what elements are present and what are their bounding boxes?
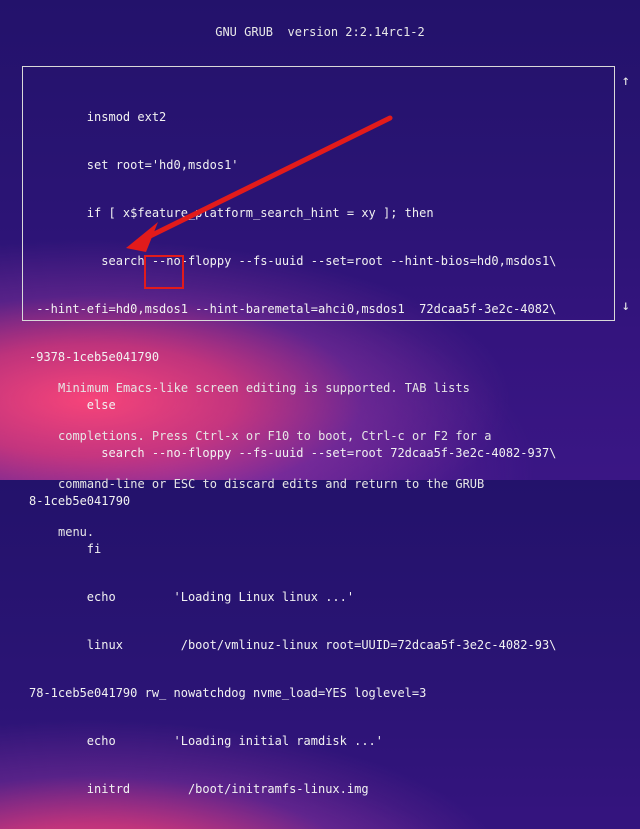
boot-entry-editor[interactable]: insmod ext2 set root='hd0,msdos1' if [ x… — [22, 66, 630, 796]
editor-line[interactable]: if [ x$feature_platform_search_hint = xy… — [29, 205, 609, 221]
editor-line[interactable]: echo 'Loading Linux linux ...' — [29, 589, 609, 605]
help-line: Minimum Emacs-like screen editing is sup… — [58, 381, 470, 395]
editor-line[interactable]: echo 'Loading initial ramdisk ...' — [29, 733, 609, 749]
rw-highlight-box — [144, 255, 184, 289]
editor-line-kernel-params[interactable]: 78-1ceb5e041790 rw_ nowatchdog nvme_load… — [29, 685, 609, 701]
editor-line[interactable]: set root='hd0,msdos1' — [29, 157, 609, 173]
help-line: menu. — [58, 525, 95, 539]
editing-help-text: Minimum Emacs-like screen editing is sup… — [58, 348, 618, 556]
help-line: completions. Press Ctrl-x or F10 to boot… — [58, 429, 492, 443]
scroll-down-arrow-icon: ↓ — [621, 298, 630, 314]
editor-line[interactable]: --hint-efi=hd0,msdos1 --hint-baremetal=a… — [29, 301, 609, 317]
help-line: command-line or ESC to discard edits and… — [58, 477, 485, 491]
editor-line[interactable]: linux /boot/vmlinuz-linux root=UUID=72dc… — [29, 637, 609, 653]
grub-version-header: GNU GRUB version 2:2.14rc1-2 — [215, 25, 425, 39]
scroll-up-arrow-icon: ↑ — [621, 73, 630, 89]
editor-line[interactable]: search --no-floppy --fs-uuid --set=root … — [29, 253, 609, 269]
editor-line[interactable]: initrd /boot/initramfs-linux.img — [29, 781, 609, 797]
editor-line[interactable]: insmod ext2 — [29, 109, 609, 125]
